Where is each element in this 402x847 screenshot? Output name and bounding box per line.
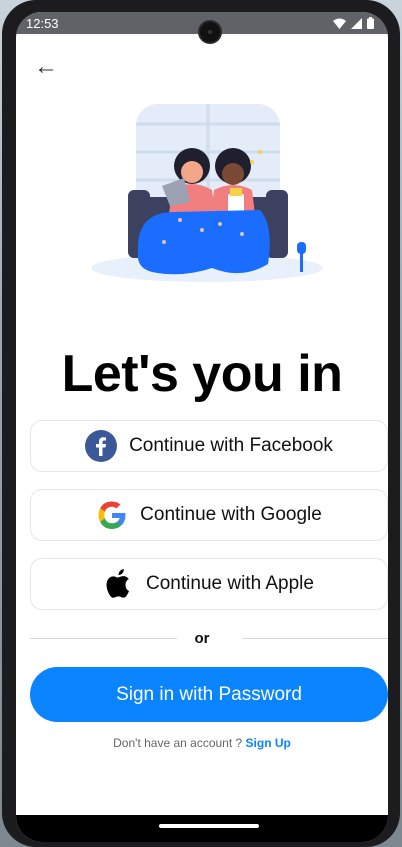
navigation-bar	[16, 815, 388, 842]
wifi-icon	[333, 18, 346, 29]
sign-in-button-label: Sign in with Password	[116, 683, 302, 705]
continue-with-google-button[interactable]: Continue with Google	[30, 489, 388, 541]
home-indicator[interactable]	[159, 824, 259, 828]
signup-prompt-text: Don't have an account ?	[113, 736, 243, 750]
signal-icon	[351, 17, 362, 29]
sign-up-link[interactable]: Sign Up	[246, 736, 291, 750]
google-button-label: Continue with Google	[140, 504, 322, 525]
apple-icon	[106, 569, 130, 598]
hero-illustration	[92, 104, 323, 282]
google-icon	[98, 501, 126, 529]
back-button[interactable]: ←	[34, 55, 58, 79]
back-arrow-icon: ←	[34, 53, 58, 80]
signup-prompt: Don't have an account ? Sign Up	[16, 736, 388, 750]
divider-line-right	[242, 638, 388, 639]
app-screen: 12:53 ← Let's you in Continue with Faceb…	[16, 12, 388, 842]
facebook-icon	[85, 430, 118, 462]
battery-icon	[367, 17, 374, 29]
status-time: 12:53	[26, 15, 59, 31]
page-title: Let's you in	[61, 345, 343, 403]
status-icons	[333, 17, 374, 29]
apple-button-label: Continue with Apple	[146, 573, 314, 594]
sign-in-with-password-button[interactable]: Sign in with Password	[30, 667, 388, 722]
facebook-button-label: Continue with Facebook	[129, 435, 333, 456]
front-camera	[198, 20, 222, 44]
continue-with-facebook-button[interactable]: Continue with Facebook	[30, 420, 388, 472]
continue-with-apple-button[interactable]: Continue with Apple	[30, 558, 388, 610]
phone-frame: 12:53 ← Let's you in Continue with Faceb…	[2, 0, 400, 847]
